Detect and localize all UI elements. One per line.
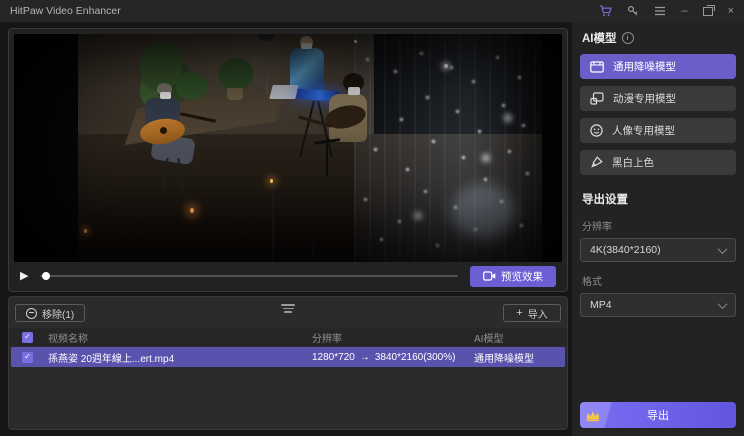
minus-circle-icon [26, 308, 37, 319]
premium-badge [580, 402, 612, 428]
file-name: 孫燕姿 20週年線上...ert.mp4 [48, 350, 312, 365]
video-camera-icon [483, 271, 496, 281]
import-button[interactable]: + 导入 [503, 304, 561, 322]
file-ai-model: 通用降噪模型 [474, 350, 565, 365]
preview-effect-label: 预览效果 [501, 269, 543, 284]
format-select-value: MP4 [590, 299, 612, 311]
column-video-name: 视频名称 [48, 330, 312, 345]
model-button-label: 通用降噪模型 [613, 59, 676, 74]
file-toolbar: 移除(1) + 导入 [9, 297, 567, 328]
preview-effect-button[interactable]: 预览效果 [470, 266, 556, 287]
video-preview-frame [14, 34, 562, 262]
crown-icon [585, 409, 601, 422]
anime-frames-icon [590, 92, 604, 105]
seek-bar[interactable] [40, 275, 458, 277]
format-field-label: 格式 [582, 273, 736, 288]
file-table-empty-area [9, 367, 567, 429]
plus-icon: + [516, 308, 522, 319]
format-select[interactable]: MP4 [580, 293, 736, 317]
titlebar-controls: – × [599, 5, 734, 17]
menu-icon[interactable] [654, 6, 666, 16]
model-button-label: 黑白上色 [612, 155, 654, 170]
key-icon[interactable] [627, 5, 639, 17]
chevron-down-icon [718, 299, 728, 309]
model-button-colorize[interactable]: 黑白上色 [580, 150, 736, 175]
model-button-label: 动漫专用模型 [613, 91, 676, 106]
file-row-selected[interactable]: ✓ 孫燕姿 20週年線上...ert.mp4 1280*720 → 3840*2… [11, 347, 565, 367]
seek-handle[interactable] [42, 272, 50, 280]
ai-model-section-title: AI模型 i [582, 30, 736, 46]
row-checkbox[interactable]: ✓ [22, 352, 33, 363]
titlebar: HitPaw Video Enhancer – × [0, 0, 744, 22]
ai-model-title-text: AI模型 [582, 30, 617, 46]
app-window: HitPaw Video Enhancer – × [0, 0, 744, 436]
resolution-field-label: 分辨率 [582, 218, 736, 233]
remove-button[interactable]: 移除(1) [15, 304, 85, 322]
select-all-checkbox[interactable]: ✓ [22, 332, 33, 343]
resolution-select-value: 4K(3840*2160) [590, 244, 661, 256]
file-resolution: 1280*720 → 3840*2160(300%) [312, 352, 474, 363]
remove-button-label: 移除(1) [42, 306, 74, 321]
collapse-panel-handle[interactable] [281, 304, 295, 313]
import-button-label: 导入 [528, 306, 548, 321]
file-list-panel: 移除(1) + 导入 ✓ 视频名称 分辨率 AI模型 [8, 296, 568, 430]
model-button-label: 人像专用模型 [612, 123, 675, 138]
export-settings-title: 导出设置 [582, 191, 736, 207]
scene-vignette [14, 34, 562, 262]
left-pane: ▶ 预览效果 移除(1) [8, 28, 568, 430]
model-button-general-denoise[interactable]: 通用降噪模型 [580, 54, 736, 79]
resolution-from: 1280*720 [312, 352, 355, 363]
paint-marker-icon [590, 156, 603, 169]
face-icon [590, 124, 603, 137]
resolution-to: 3840*2160(300%) [375, 352, 456, 363]
chevron-down-icon [718, 244, 728, 254]
export-button-label: 导出 [647, 407, 669, 423]
maximize-icon[interactable] [703, 7, 713, 16]
player-controls: ▶ 预览效果 [14, 262, 562, 288]
column-ai-model: AI模型 [474, 330, 567, 345]
resolution-select[interactable]: 4K(3840*2160) [580, 238, 736, 262]
minimize-icon[interactable]: – [681, 6, 687, 17]
main-content: ▶ 预览效果 移除(1) [0, 22, 744, 436]
play-button[interactable]: ▶ [20, 271, 28, 282]
close-icon[interactable]: × [728, 6, 734, 17]
info-icon[interactable]: i [622, 32, 634, 44]
app-title: HitPaw Video Enhancer [10, 5, 121, 17]
file-table-header: ✓ 视频名称 分辨率 AI模型 [9, 328, 567, 346]
model-button-anime[interactable]: 动漫专用模型 [580, 86, 736, 111]
cart-icon[interactable] [599, 5, 612, 17]
export-button[interactable]: 导出 [580, 402, 736, 428]
video-frame-icon [590, 61, 604, 73]
column-resolution: 分辨率 [312, 330, 474, 345]
right-sidebar: AI模型 i 通用降噪模型 动漫专用模型 人像专用模型 [572, 22, 744, 436]
model-button-portrait[interactable]: 人像专用模型 [580, 118, 736, 143]
arrow-icon: → [360, 352, 370, 363]
video-player-panel: ▶ 预览效果 [8, 28, 568, 292]
